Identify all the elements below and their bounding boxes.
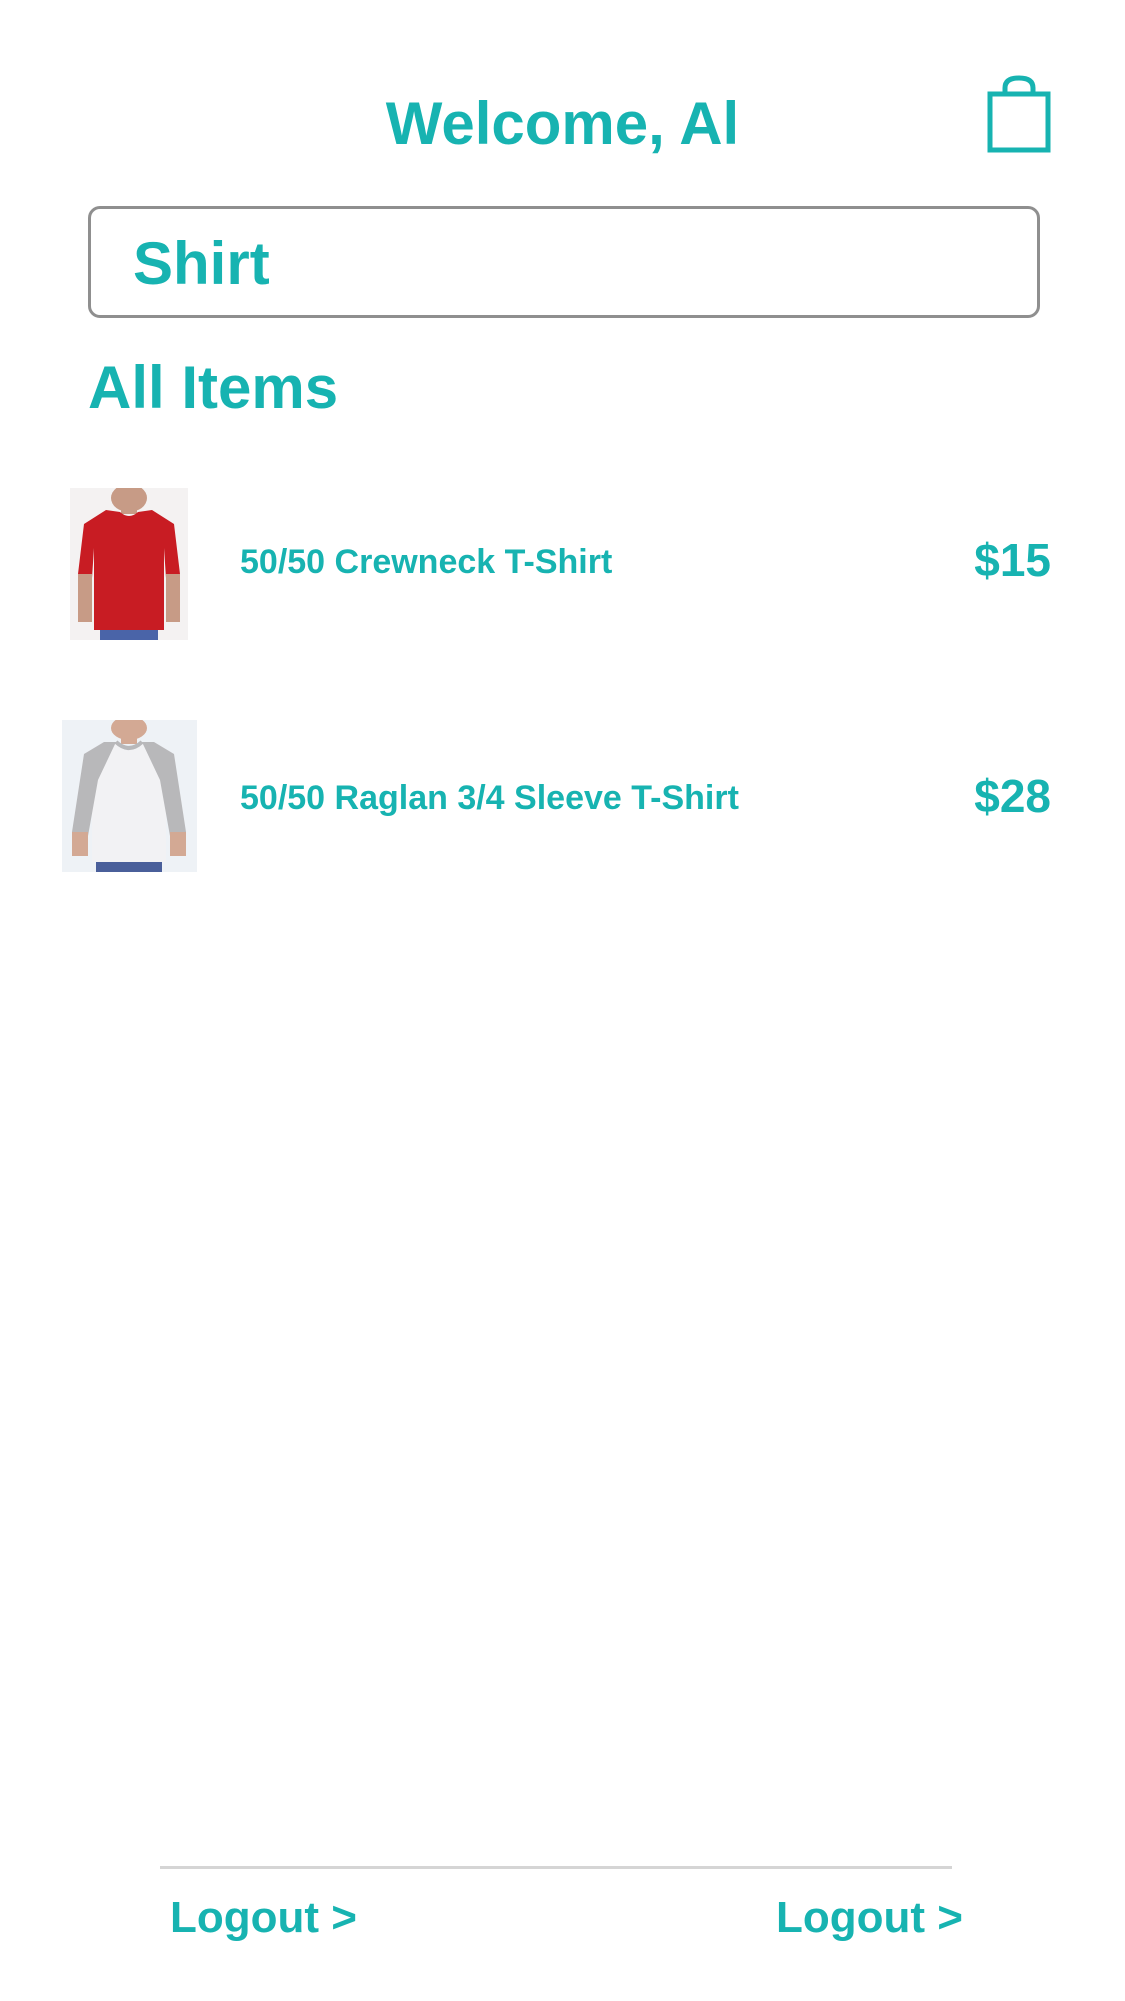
cart-button[interactable] xyxy=(987,74,1051,154)
section-heading: All Items xyxy=(88,354,339,421)
list-item[interactable]: 50/50 Crewneck T-Shirt $15 xyxy=(0,486,1125,641)
list-item[interactable]: 50/50 Raglan 3/4 Sleeve T-Shirt $28 xyxy=(0,720,1125,875)
item-price: $28 xyxy=(974,770,1051,822)
item-price: $15 xyxy=(974,534,1051,586)
product-image xyxy=(70,488,188,640)
search-field[interactable] xyxy=(88,206,1040,318)
search-input[interactable] xyxy=(133,227,993,299)
shopping-bag-icon xyxy=(987,75,1051,153)
item-name: 50/50 Crewneck T-Shirt xyxy=(240,543,613,581)
product-image xyxy=(62,720,197,872)
footer-divider xyxy=(160,1866,952,1869)
item-name: 50/50 Raglan 3/4 Sleeve T-Shirt xyxy=(240,779,739,817)
page-title: Welcome, Al xyxy=(385,90,740,157)
logout-link-right[interactable]: Logout > xyxy=(776,1890,963,1946)
logout-link-left[interactable]: Logout > xyxy=(170,1890,357,1946)
